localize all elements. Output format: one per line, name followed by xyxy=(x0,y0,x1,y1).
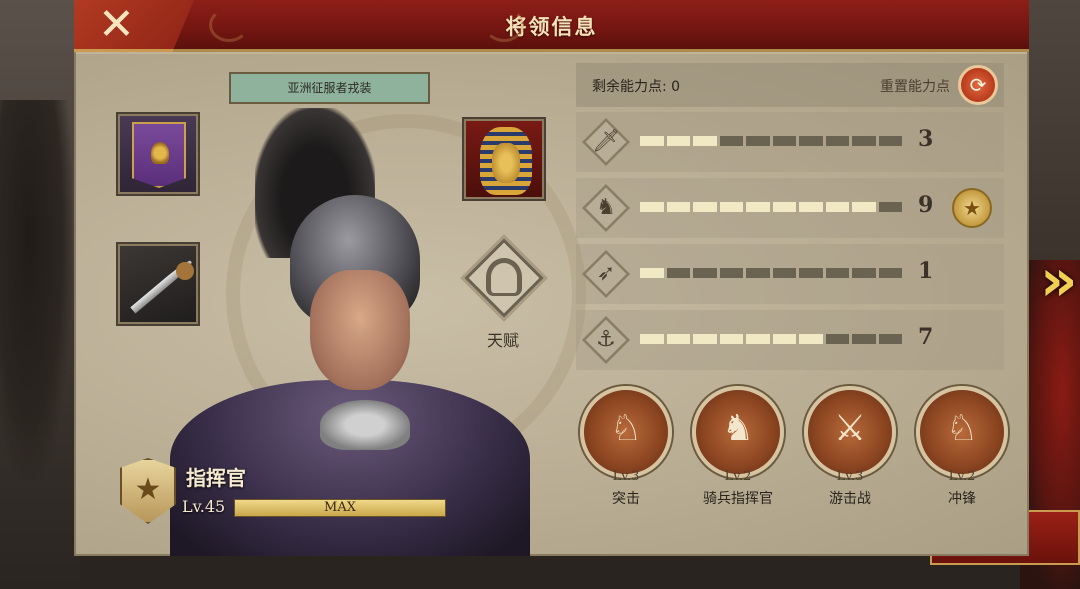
stat-row: ⚓ 7 xyxy=(576,310,1004,370)
anchor-icon: ⚓ xyxy=(596,327,616,352)
stat-segment xyxy=(666,136,690,146)
stat-segment xyxy=(719,268,743,278)
refresh-icon: ⟳ xyxy=(969,73,987,97)
stat-segment xyxy=(799,202,823,212)
stat-segment xyxy=(825,202,849,212)
stat-segment xyxy=(772,202,796,212)
skill-name: 冲锋 xyxy=(948,491,976,507)
background-left xyxy=(0,0,80,589)
stat-segment xyxy=(666,268,690,278)
stat-segment xyxy=(746,136,770,146)
stat-value: 1 xyxy=(918,258,934,284)
skirmish-riders-icon: ⚔ xyxy=(833,408,867,449)
rank-name: 指挥官 xyxy=(186,466,246,490)
stat-segment xyxy=(693,334,717,344)
stat-segment xyxy=(878,136,902,146)
stat-segment xyxy=(693,268,717,278)
stat-segment xyxy=(640,334,664,344)
bow-icon: ➶ xyxy=(596,261,616,286)
stat-segment xyxy=(878,202,902,212)
stat-row: ♞ 9 ★ xyxy=(576,178,1004,238)
sword-icon: 🗡 xyxy=(592,129,620,154)
remaining-points: 剩余能力点: 0 xyxy=(592,79,681,95)
ability-points-bar: 剩余能力点: 0 重置能力点 ⟳ xyxy=(576,63,1004,107)
skill-level: Lv.2 xyxy=(948,469,976,484)
stat-segment xyxy=(640,268,664,278)
level-text: Lv.45 xyxy=(182,497,226,516)
stat-segment xyxy=(666,202,690,212)
stat-segment xyxy=(799,268,823,278)
stat-segment xyxy=(640,136,664,146)
stat-segment xyxy=(825,268,849,278)
stat-segment xyxy=(666,334,690,344)
stat-segment xyxy=(746,334,770,344)
stat-segment xyxy=(878,334,902,344)
stat-segment xyxy=(640,202,664,212)
skill-button[interactable]: ⚔ xyxy=(804,386,896,478)
exp-bar: MAX xyxy=(234,499,446,517)
lancer-charge-icon: ♘ xyxy=(945,408,979,449)
stat-segment xyxy=(825,334,849,344)
skill-button[interactable]: ♞ xyxy=(692,386,784,478)
laurel-star-medal-icon[interactable]: ★ xyxy=(952,188,992,228)
stat-segment xyxy=(772,268,796,278)
stat-segment xyxy=(852,136,876,146)
stat-segment xyxy=(693,202,717,212)
laurel-right-icon xyxy=(484,8,524,42)
skill-name: 游击战 xyxy=(829,491,871,507)
stat-segment xyxy=(772,334,796,344)
skill-button[interactable]: ♘ xyxy=(916,386,1008,478)
stat-segment xyxy=(719,334,743,344)
horse-icon: ♞ xyxy=(596,195,616,220)
stat-value: 3 xyxy=(918,126,934,152)
horse-head-icon: ♞ xyxy=(721,408,755,449)
stat-progress-bar xyxy=(640,334,902,344)
stat-segment xyxy=(746,202,770,212)
skill-name: 骑兵指挥官 xyxy=(703,491,773,507)
skill-button[interactable]: ♘ xyxy=(580,386,672,478)
background-silhouette xyxy=(0,100,72,480)
stat-segment xyxy=(772,136,796,146)
charging-cavalry-icon: ♘ xyxy=(609,408,643,449)
reset-label: 重置能力点 xyxy=(880,79,950,95)
stat-progress-bar xyxy=(640,268,902,278)
stat-progress-bar xyxy=(640,202,902,212)
stat-row: 🗡 3 xyxy=(576,112,1004,172)
skill-name: 突击 xyxy=(612,491,640,507)
stat-value: 9 xyxy=(918,192,934,218)
general-face xyxy=(310,270,410,390)
stat-segment xyxy=(852,268,876,278)
stat-segment xyxy=(825,136,849,146)
stat-segment xyxy=(693,136,717,146)
stat-value: 7 xyxy=(918,324,934,350)
reset-points-button[interactable]: ⟳ xyxy=(958,65,998,105)
stat-segment xyxy=(719,136,743,146)
close-icon: ✕ xyxy=(98,0,135,50)
double-chevron-right-icon[interactable]: » xyxy=(1040,245,1080,315)
star-icon: ★ xyxy=(134,472,162,507)
eagle-emblem xyxy=(320,400,410,450)
stat-segment xyxy=(719,202,743,212)
stat-segment xyxy=(852,334,876,344)
stat-segment xyxy=(852,202,876,212)
stat-segment xyxy=(799,136,823,146)
page-title: 将领信息 xyxy=(505,15,598,39)
stat-row: ➶ 1 xyxy=(576,244,1004,304)
skill-level: Lv.3 xyxy=(612,469,640,484)
stat-progress-bar xyxy=(640,136,902,146)
skill-level: Lv.2 xyxy=(724,469,752,484)
panel-header: 将领信息 xyxy=(74,0,1029,52)
skill-level: Lv.3 xyxy=(836,469,864,484)
stat-segment xyxy=(799,334,823,344)
stat-segment xyxy=(746,268,770,278)
stat-segment xyxy=(878,268,902,278)
